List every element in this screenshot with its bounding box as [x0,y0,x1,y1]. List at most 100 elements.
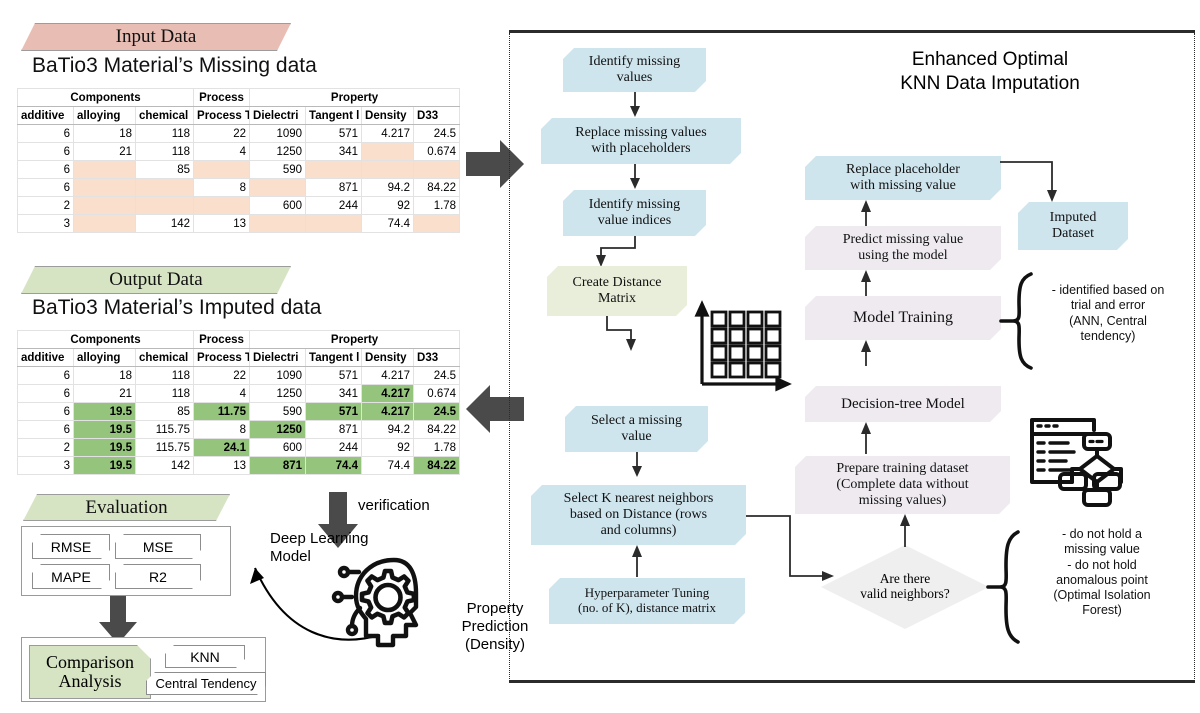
table-row: 2 600 244 92 1.78 [17,196,461,215]
table-cell: 871 [305,178,363,197]
table-cell: 22 [193,124,251,143]
table-cell: 13 [193,214,251,233]
flow-hyperparameter-tuning[interactable]: Hyperparameter Tuning (no. of K), distanc… [549,578,745,624]
flow-predict-missing-value[interactable]: Predict missing value using the model [805,226,1001,270]
table-cell: 85 [134,402,195,421]
table-cell [193,196,251,215]
table-cell: 3 [17,214,74,233]
table-cell: 142 [134,456,195,475]
arrow-prepare-to-dtree [861,422,871,454]
flow-select-k-nearest-neighbors[interactable]: Select K nearest neighbors based on Dista… [531,485,746,545]
panel-title: Enhanced Optimal KNN Data Imputation [900,49,1080,95]
table-cell: 118 [134,124,195,143]
table-cell: 21 [73,384,136,403]
method-central-tendency-label: Central Tendency [155,676,257,691]
table-cell: 571 [305,124,363,143]
table-cell: 4.217 [361,124,415,143]
table-cell: 6 [17,160,74,179]
metric-mape-label: MAPE [51,568,91,585]
arrow-fl2-fl3 [596,236,636,267]
method-central-tendency[interactable]: Central Tendency [146,672,266,695]
metric-r2[interactable]: R2 [115,564,201,589]
table-cell: 244 [305,438,363,457]
table-cell: 600 [249,438,307,457]
group-header-cell: Property [249,88,461,107]
table-cell: 871 [249,456,307,475]
table-cell: 4.217 [361,402,415,421]
evaluation-banner: Evaluation [23,494,230,521]
table-cell: 18 [73,124,136,143]
table-cell: 118 [134,142,195,161]
table-cell: 2 [17,196,74,215]
column-header-cell: Tangent l [305,106,363,125]
flow-replace-placeholder-with-missing-value[interactable]: Replace placeholder with missing value [805,156,1001,200]
table-cell: 115.75 [134,420,195,439]
table-cell: 19.5 [73,438,136,457]
table-cell: 4.217 [361,384,415,403]
flow-create-distance-matrix[interactable]: Create Distance Matrix [547,266,687,316]
flow-prepare-training-dataset[interactable]: Prepare training dataset (Complete data w… [795,456,1010,514]
output-data-banner-label: Output Data [109,269,203,290]
table-row: 6 21 118 4 1250 341 4.217 0.674 [17,384,461,403]
table-cell [413,214,461,233]
metric-mse[interactable]: MSE [115,534,201,559]
column-header-cell: Tangent l [305,348,363,367]
table-cell: 590 [249,402,307,421]
deep-learning-brain-icon [331,557,419,648]
table-cell: 19.5 [73,420,136,439]
comparison-analysis-chip: Comparison Analysis [29,645,151,699]
output-data-banner: Output Data [21,266,291,294]
table-cell: 1250 [249,384,307,403]
group-header-cell: Components [16,88,195,107]
arrow-flow-to-decision [746,515,834,581]
method-knn[interactable]: KNN [165,645,245,668]
column-header-cell: Process T [193,106,251,125]
arrow-fl6-fl5 [632,545,642,577]
table-row: 3 19.5 142 13 871 74.4 74.4 84.22 [17,456,461,475]
table-cell: 590 [249,160,307,179]
table-cell: 74.4 [361,456,415,475]
flow-replace-missing-with-placeholders[interactable]: Replace missing values with placeholders [541,118,741,164]
table-cell [361,160,415,179]
metric-mape[interactable]: MAPE [32,564,110,589]
table-cell: 94.2 [361,178,415,197]
table-cell: 118 [134,366,195,385]
table-cell: 341 [305,142,363,161]
table-cell: 94.2 [361,420,415,439]
column-header-cell: D33 [413,348,461,367]
table-cell: 6 [17,124,74,143]
flow-identify-missing-values[interactable]: Identify missing values [563,48,706,92]
flow-imputed-dataset[interactable]: Imputed Dataset [1018,202,1128,250]
table-column-header-row: additive alloying chemical Process T Dielec… [17,106,461,125]
table-cell: 4.217 [361,366,415,385]
table-cell: 19.5 [73,402,136,421]
metric-mse-label: MSE [142,538,174,555]
column-header-cell: Density [361,106,415,125]
flow-decision-tree-model[interactable]: Decision-tree Model [805,386,1001,422]
distance-matrix-grid-icon [694,300,792,392]
flow-model-training[interactable]: Model Training [805,296,1001,340]
table-cell: 24.5 [413,402,461,421]
metric-rmse[interactable]: RMSE [32,534,110,559]
column-header-cell: chemical [134,348,195,367]
table-cell: 4 [193,142,251,161]
table-column-header-row: additive alloying chemical Process T Dielec… [17,348,461,367]
flow-select-a-missing-value[interactable]: Select a missing value [565,406,708,452]
table-cell: 6 [17,178,74,197]
table-cell [73,160,136,179]
column-header-cell: D33 [413,106,461,125]
table-cell: 6 [17,384,74,403]
table-cell: 92 [361,438,415,457]
table-cell: 600 [249,196,307,215]
table-cell: 118 [134,384,195,403]
table-cell: 3 [17,456,74,475]
flow-identify-missing-value-indices[interactable]: Identify missing value indices [563,190,706,236]
group-header-cell: Process [193,330,251,349]
arrow-dtree-to-training [861,340,871,366]
table-row: 6 19.5 115.75 8 1250 871 94.2 84.22 [17,420,461,439]
verification-label: verification [358,497,430,514]
column-header-cell: Dielectri [249,106,307,125]
table-row: 6 8 871 94.2 84.22 [17,178,461,197]
table-cell: 244 [305,196,363,215]
group-header-cell: Process [193,88,251,107]
